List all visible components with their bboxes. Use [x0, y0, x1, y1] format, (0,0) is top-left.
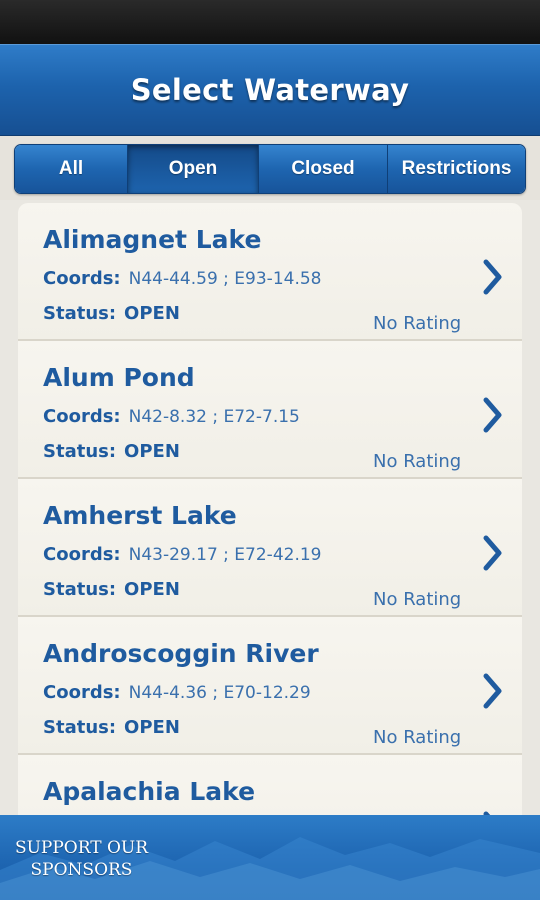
status-label: Status:	[43, 717, 117, 738]
rating-text: No Rating	[373, 727, 462, 748]
status-line: Status: OPEN	[43, 303, 180, 324]
list-item[interactable]: Androscoggin River Coords: N44-4.36 ; E70…	[18, 617, 522, 755]
sponsor-line-1: SUPPORT OUR	[14, 838, 149, 858]
status-label: Status:	[43, 441, 117, 462]
coords-line: Coords: N43-29.17 ; E72-42.19	[43, 544, 322, 565]
title-bar: Select Waterway	[0, 44, 540, 136]
sponsor-line-2: SPONSORS	[30, 860, 133, 880]
chevron-right-icon	[483, 535, 502, 571]
coords-line: Coords: N42-8.32 ; E72-7.15	[43, 406, 300, 427]
chevron-right-icon	[483, 259, 502, 295]
waterway-name: Apalachia Lake	[43, 777, 256, 806]
coords-line: Coords: N44-4.36 ; E70-12.29	[43, 682, 311, 703]
coords-label: Coords:	[43, 682, 121, 703]
status-line: Status: OPEN	[43, 441, 180, 462]
status-value: OPEN	[124, 717, 180, 738]
tab-closed[interactable]: Closed	[259, 145, 388, 193]
sponsor-banner[interactable]: SUPPORT OUR SPONSORS	[0, 815, 540, 900]
tab-restrictions[interactable]: Restrictions	[388, 145, 525, 193]
rating-text: No Rating	[373, 589, 462, 610]
coords-label: Coords:	[43, 268, 121, 289]
waterway-name: Androscoggin River	[43, 639, 319, 668]
filter-area: All Open Closed Restrictions	[0, 136, 540, 200]
list-item[interactable]: Apalachia Lake	[18, 755, 522, 815]
coords-value: N42-8.32 ; E72-7.15	[128, 407, 300, 427]
sponsor-text: SUPPORT OUR SPONSORS	[14, 837, 149, 881]
page-title: Select Waterway	[130, 73, 410, 107]
status-label: Status:	[43, 579, 117, 600]
coords-value: N44-4.36 ; E70-12.29	[128, 683, 311, 703]
waterway-name: Amherst Lake	[43, 501, 237, 530]
waterway-name: Alimagnet Lake	[43, 225, 262, 254]
tab-open[interactable]: Open	[128, 145, 259, 193]
coords-label: Coords:	[43, 544, 121, 565]
status-bar	[0, 0, 540, 44]
chevron-right-icon	[483, 397, 502, 433]
list-item[interactable]: Alimagnet Lake Coords: N44-44.59 ; E93-14…	[18, 203, 522, 341]
coords-value: N43-29.17 ; E72-42.19	[128, 545, 322, 565]
status-line: Status: OPEN	[43, 717, 180, 738]
status-value: OPEN	[124, 579, 180, 600]
status-value: OPEN	[124, 303, 180, 324]
waterway-name: Alum Pond	[43, 363, 195, 392]
status-value: OPEN	[124, 441, 180, 462]
tab-all[interactable]: All	[15, 145, 128, 193]
coords-line: Coords: N44-44.59 ; E93-14.58	[43, 268, 322, 289]
status-label: Status:	[43, 303, 117, 324]
waterway-list[interactable]: Alimagnet Lake Coords: N44-44.59 ; E93-14…	[18, 203, 522, 815]
filter-segmented-control: All Open Closed Restrictions	[14, 144, 526, 194]
rating-text: No Rating	[373, 313, 462, 334]
list-item[interactable]: Alum Pond Coords: N42-8.32 ; E72-7.15 Sta…	[18, 341, 522, 479]
coords-value: N44-44.59 ; E93-14.58	[128, 269, 322, 289]
list-item[interactable]: Amherst Lake Coords: N43-29.17 ; E72-42.1…	[18, 479, 522, 617]
rating-text: No Rating	[373, 451, 462, 472]
status-line: Status: OPEN	[43, 579, 180, 600]
chevron-right-icon	[483, 673, 502, 709]
coords-label: Coords:	[43, 406, 121, 427]
